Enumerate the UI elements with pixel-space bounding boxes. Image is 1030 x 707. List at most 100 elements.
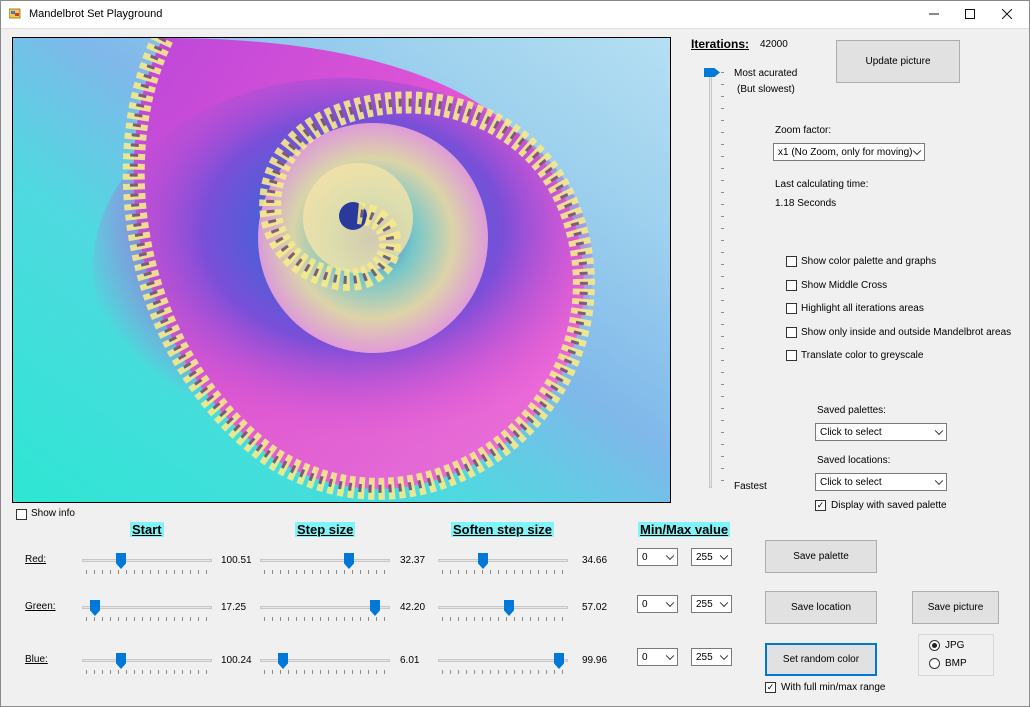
iterations-slowest-label: (But slowest) — [737, 84, 795, 95]
chevron-down-icon — [912, 146, 922, 156]
soften-slider-ticks-green — [442, 617, 564, 621]
soften-slider-thumb-red[interactable] — [478, 553, 488, 569]
step-value-blue: 6.01 — [400, 655, 420, 666]
chevron-down-icon — [665, 598, 675, 608]
option-checkbox-palette[interactable] — [786, 256, 797, 267]
min-value-red: 0 — [642, 551, 648, 563]
zoom-label: Zoom factor: — [775, 125, 832, 136]
save-location-button[interactable]: Save location — [765, 591, 877, 624]
chevron-down-icon — [934, 426, 944, 436]
close-icon — [1002, 9, 1012, 19]
maximize-icon — [965, 9, 975, 19]
display-saved-palette-checkbox[interactable]: ✓ — [815, 500, 826, 511]
soften-slider-thumb-green[interactable] — [504, 600, 514, 616]
save-picture-button[interactable]: Save picture — [912, 591, 999, 624]
fractal-image — [13, 38, 670, 502]
saved-locations-label: Saved locations: — [817, 455, 891, 466]
start-slider-thumb-blue[interactable] — [116, 653, 126, 669]
option-label-middle-cross: Show Middle Cross — [801, 280, 888, 291]
app-icon — [8, 8, 21, 20]
option-checkbox-inside-outside[interactable] — [786, 327, 797, 338]
soften-value-blue: 99.96 — [582, 655, 608, 666]
start-slider-track-red[interactable] — [82, 559, 212, 562]
start-slider-ticks-red — [86, 570, 208, 574]
soften-slider-track-red[interactable] — [438, 559, 568, 562]
chevron-down-icon — [719, 651, 729, 661]
min-max-heading: Min/Max value — [638, 522, 731, 537]
max-value-blue: 255 — [696, 651, 713, 663]
iterations-heading: Iterations: — [691, 37, 750, 51]
soften-step-heading: Soften step size — [451, 522, 554, 537]
chevron-down-icon — [665, 651, 675, 661]
random-color-button[interactable]: Set random color — [765, 643, 877, 676]
calc-time-label: Last calculating time: — [775, 179, 869, 190]
iterations-most-label: Most acurated — [734, 68, 798, 79]
min-select-blue[interactable]: 0 — [637, 648, 678, 666]
soften-slider-track-green[interactable] — [438, 606, 568, 609]
full-range-label: With full min/max range — [781, 682, 886, 693]
start-value-green: 17.25 — [221, 602, 247, 613]
chevron-down-icon — [665, 551, 675, 561]
close-button[interactable] — [984, 0, 1030, 28]
soften-value-red: 34.66 — [582, 555, 608, 566]
option-checkbox-middle-cross[interactable] — [786, 280, 797, 291]
start-slider-ticks-green — [86, 617, 208, 621]
jpg-label: JPG — [945, 640, 965, 651]
zoom-select-value: x1 (No Zoom, only for moving) — [778, 146, 913, 158]
step-slider-thumb-red[interactable] — [344, 553, 354, 569]
chevron-down-icon — [719, 551, 729, 561]
option-checkbox-greyscale[interactable] — [786, 350, 797, 361]
min-select-red[interactable]: 0 — [637, 548, 678, 566]
soften-value-green: 57.02 — [582, 602, 608, 613]
option-label-palette: Show color palette and graphs — [801, 256, 937, 267]
step-slider-thumb-blue[interactable] — [278, 653, 288, 669]
save-palette-button[interactable]: Save palette — [765, 540, 877, 573]
min-value-green: 0 — [642, 598, 648, 610]
option-label-greyscale: Translate color to greyscale — [801, 350, 924, 361]
step-slider-track-red[interactable] — [260, 559, 390, 562]
step-slider-thumb-green[interactable] — [370, 600, 380, 616]
saved-palettes-select[interactable]: Click to select — [815, 423, 947, 441]
channel-label-green: Green: — [25, 601, 56, 612]
jpg-radio[interactable] — [929, 640, 940, 651]
full-range-checkbox[interactable]: ✓ — [765, 682, 776, 693]
start-heading: Start — [130, 522, 164, 537]
start-slider-thumb-green[interactable] — [90, 600, 100, 616]
display-saved-palette-label: Display with saved palette — [831, 500, 947, 511]
soften-slider-thumb-blue[interactable] — [554, 653, 564, 669]
channel-label-blue: Blue: — [25, 654, 48, 665]
start-slider-track-green[interactable] — [82, 606, 212, 609]
start-slider-thumb-red[interactable] — [116, 553, 126, 569]
iterations-fastest-label: Fastest — [734, 481, 767, 492]
soften-slider-ticks-blue — [442, 670, 564, 674]
zoom-select[interactable]: x1 (No Zoom, only for moving) — [773, 143, 925, 161]
iterations-slider-track[interactable] — [709, 68, 712, 488]
max-select-red[interactable]: 255 — [691, 548, 732, 566]
minimize-icon — [929, 13, 939, 15]
option-label-inside-outside: Show only inside and outside Mandelbrot … — [801, 327, 1012, 338]
max-select-green[interactable]: 255 — [691, 595, 732, 613]
max-select-blue[interactable]: 255 — [691, 648, 732, 666]
step-value-green: 42.20 — [400, 602, 426, 613]
min-select-green[interactable]: 0 — [637, 595, 678, 613]
soften-slider-ticks-red — [442, 570, 564, 574]
start-slider-track-blue[interactable] — [82, 659, 212, 662]
step-slider-ticks-green — [264, 617, 386, 621]
option-checkbox-highlight[interactable] — [786, 303, 797, 314]
step-slider-ticks-red — [264, 570, 386, 574]
soften-slider-track-blue[interactable] — [438, 659, 568, 662]
bmp-radio[interactable] — [929, 658, 940, 669]
fractal-picture[interactable] — [12, 37, 671, 503]
iterations-slider-thumb[interactable] — [704, 68, 720, 77]
step-size-heading: Step size — [295, 522, 356, 537]
iterations-value: 42000 — [760, 39, 788, 50]
max-value-green: 255 — [696, 598, 713, 610]
update-picture-button[interactable]: Update picture — [836, 40, 960, 83]
min-value-blue: 0 — [642, 651, 648, 663]
channel-label-red: Red: — [25, 554, 47, 565]
show-info-checkbox[interactable] — [16, 509, 27, 520]
iterations-slider-ticks — [721, 72, 724, 484]
show-info-label: Show info — [31, 508, 75, 519]
saved-locations-select[interactable]: Click to select — [815, 473, 947, 491]
step-slider-ticks-blue — [264, 670, 386, 674]
